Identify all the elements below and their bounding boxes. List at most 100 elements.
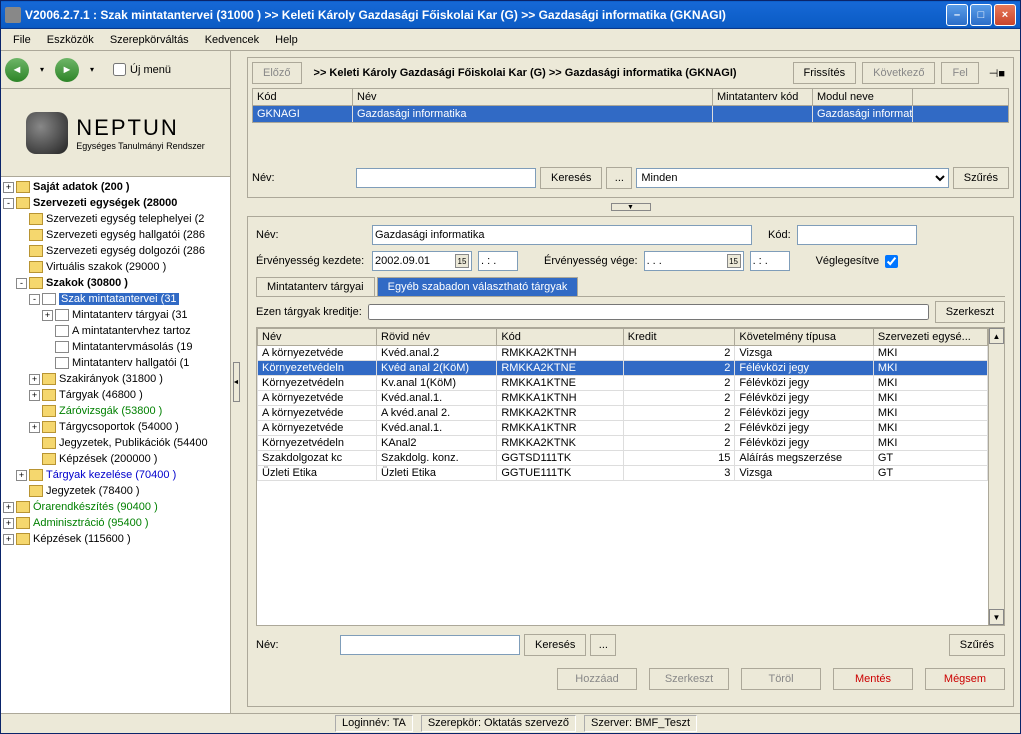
- search1-more-button[interactable]: ...: [606, 167, 632, 189]
- up-button[interactable]: Fel: [941, 62, 978, 84]
- menu-tools[interactable]: Eszközök: [39, 32, 102, 48]
- table-row[interactable]: A környezetvédeA kvéd.anal 2.RMKKA2KTNR2…: [258, 406, 988, 421]
- search2-szures-button[interactable]: Szűrés: [949, 634, 1005, 656]
- tree-node[interactable]: -Szervezeti egységek (28000: [3, 195, 228, 211]
- tree-node[interactable]: +Képzések (115600 ): [3, 531, 228, 547]
- calendar-icon[interactable]: 15: [727, 254, 741, 268]
- kredit-szerkeszt-button[interactable]: Szerkeszt: [935, 301, 1005, 323]
- table-row[interactable]: KörnyezetvédelnKAnal2RMKKA2KTNK2Félévköz…: [258, 436, 988, 451]
- pin-icon[interactable]: ⊣■: [985, 67, 1009, 80]
- kredit-input[interactable]: [368, 304, 929, 320]
- tree-node[interactable]: Jegyzetek (78400 ): [3, 483, 228, 499]
- detail-grid[interactable]: NévRövid névKódKreditKövetelmény típusaS…: [257, 328, 988, 625]
- search2-name-input[interactable]: [340, 635, 520, 655]
- detail-vegleg-checkbox[interactable]: [885, 255, 898, 268]
- search2-more-button[interactable]: ...: [590, 634, 616, 656]
- column-header[interactable]: Név: [353, 89, 713, 105]
- nav-back-dropdown[interactable]: ▾: [37, 59, 47, 81]
- scroll-up-icon[interactable]: ▲: [989, 328, 1004, 344]
- tab-mintatanterv[interactable]: Mintatanterv tárgyai: [256, 277, 375, 296]
- new-menu-checkbox-input[interactable]: [113, 63, 126, 76]
- navigation-tree[interactable]: +Saját adatok (200 )-Szervezeti egységek…: [1, 177, 230, 713]
- splitter-vertical[interactable]: ◄: [231, 51, 241, 713]
- tree-node[interactable]: +Tárgyak kezelése (70400 ): [3, 467, 228, 483]
- detail-ervvege-time[interactable]: [750, 251, 790, 271]
- tree-toggle-icon[interactable]: +: [3, 182, 14, 193]
- torol-button[interactable]: Töröl: [741, 668, 821, 690]
- maximize-button[interactable]: □: [970, 4, 992, 26]
- detail-ervkezd-date[interactable]: 2002.09.0115: [372, 251, 472, 271]
- tree-toggle-icon[interactable]: +: [29, 422, 40, 433]
- detail-ervvege-date[interactable]: . . .15: [644, 251, 744, 271]
- tree-toggle-icon[interactable]: +: [16, 470, 27, 481]
- menu-roles[interactable]: Szerepkörváltás: [102, 32, 197, 48]
- tree-node[interactable]: +Tárgyak (46800 ): [3, 387, 228, 403]
- calendar-icon[interactable]: 15: [455, 254, 469, 268]
- refresh-button[interactable]: Frissítés: [793, 62, 857, 84]
- nav-back-button[interactable]: ◄: [5, 58, 29, 82]
- search1-szures-button[interactable]: Szűrés: [953, 167, 1009, 189]
- column-header[interactable]: Követelmény típusa: [735, 329, 874, 346]
- tree-node[interactable]: -Szakok (30800 ): [3, 275, 228, 291]
- column-header[interactable]: Rövid név: [377, 329, 497, 346]
- prev-button[interactable]: Előző: [252, 62, 302, 84]
- close-button[interactable]: ×: [994, 4, 1016, 26]
- tree-node[interactable]: Szervezeti egység telephelyei (2: [3, 211, 228, 227]
- tree-node[interactable]: -Szak mintatantervei (31: [3, 291, 228, 307]
- hozzaad-button[interactable]: Hozzáad: [557, 668, 637, 690]
- detail-kod-input[interactable]: [797, 225, 917, 245]
- nav-forward-dropdown[interactable]: ▾: [87, 59, 97, 81]
- grid-scrollbar[interactable]: ▲ ▼: [988, 328, 1004, 625]
- table-row[interactable]: GKNAGIGazdasági informatikaGazdasági inf…: [253, 106, 1008, 122]
- tree-node[interactable]: Szervezeti egység hallgatói (286: [3, 227, 228, 243]
- menu-help[interactable]: Help: [267, 32, 306, 48]
- new-menu-checkbox[interactable]: Új menü: [113, 63, 171, 76]
- nav-forward-button[interactable]: ►: [55, 58, 79, 82]
- tree-node[interactable]: A mintatantervhez tartoz: [3, 323, 228, 339]
- column-header[interactable]: Kód: [497, 329, 623, 346]
- tree-node[interactable]: +Tárgycsoportok (54000 ): [3, 419, 228, 435]
- search1-name-input[interactable]: [356, 168, 536, 188]
- search1-search-button[interactable]: Keresés: [540, 167, 602, 189]
- table-row[interactable]: Üzleti EtikaÜzleti EtikaGGTUE111TK3Vizsg…: [258, 466, 988, 481]
- szerkeszt-button[interactable]: Szerkeszt: [649, 668, 729, 690]
- tree-node[interactable]: +Adminisztráció (95400 ): [3, 515, 228, 531]
- next-button[interactable]: Következő: [862, 62, 935, 84]
- search2-search-button[interactable]: Keresés: [524, 634, 586, 656]
- tree-node[interactable]: Szervezeti egység dolgozói (286: [3, 243, 228, 259]
- table-row[interactable]: KörnyezetvédelnKv.anal 1(KöM)RMKKA1KTNE2…: [258, 376, 988, 391]
- tree-node[interactable]: Mintatantervmásolás (19: [3, 339, 228, 355]
- tree-node[interactable]: +Saját adatok (200 ): [3, 179, 228, 195]
- tree-node[interactable]: Mintatanterv hallgatói (1: [3, 355, 228, 371]
- column-header[interactable]: Mintatanterv kód: [713, 89, 813, 105]
- detail-ervkezd-time[interactable]: [478, 251, 518, 271]
- column-header[interactable]: Kredit: [623, 329, 735, 346]
- tree-node[interactable]: +Mintatanterv tárgyai (31: [3, 307, 228, 323]
- tree-toggle-icon[interactable]: +: [29, 374, 40, 385]
- menu-file[interactable]: File: [5, 32, 39, 48]
- tree-node[interactable]: +Szakirányok (31800 ): [3, 371, 228, 387]
- tree-toggle-icon[interactable]: -: [3, 198, 14, 209]
- scroll-down-icon[interactable]: ▼: [989, 609, 1004, 625]
- tree-node[interactable]: +Órarendkészítés (90400 ): [3, 499, 228, 515]
- tree-toggle-icon[interactable]: -: [16, 278, 27, 289]
- table-row[interactable]: A környezetvédeKvéd.anal.1.RMKKA1KTNH2Fé…: [258, 391, 988, 406]
- tab-egyeb[interactable]: Egyéb szabadon választható tárgyak: [377, 277, 579, 296]
- tree-toggle-icon[interactable]: -: [29, 294, 40, 305]
- tree-toggle-icon[interactable]: +: [42, 310, 53, 321]
- tree-node[interactable]: Virtuális szakok (29000 ): [3, 259, 228, 275]
- tree-toggle-icon[interactable]: +: [3, 534, 14, 545]
- tree-toggle-icon[interactable]: +: [3, 502, 14, 513]
- megsem-button[interactable]: Mégsem: [925, 668, 1005, 690]
- table-row[interactable]: A környezetvédeKvéd.anal.1.RMKKA1KTNR2Fé…: [258, 421, 988, 436]
- mentes-button[interactable]: Mentés: [833, 668, 913, 690]
- top-grid[interactable]: KódNévMintatanterv kódModul neve GKNAGIG…: [252, 88, 1009, 123]
- column-header[interactable]: Név: [258, 329, 377, 346]
- search1-filter-select[interactable]: Minden: [636, 168, 948, 188]
- table-row[interactable]: KörnyezetvédelnKvéd anal 2(KöM)RMKKA2KTN…: [258, 361, 988, 376]
- detail-name-input[interactable]: [372, 225, 752, 245]
- tree-node[interactable]: Képzések (200000 ): [3, 451, 228, 467]
- column-header[interactable]: Kód: [253, 89, 353, 105]
- tree-node[interactable]: Jegyzetek, Publikációk (54400: [3, 435, 228, 451]
- column-header[interactable]: Szervezeti egysé...: [873, 329, 987, 346]
